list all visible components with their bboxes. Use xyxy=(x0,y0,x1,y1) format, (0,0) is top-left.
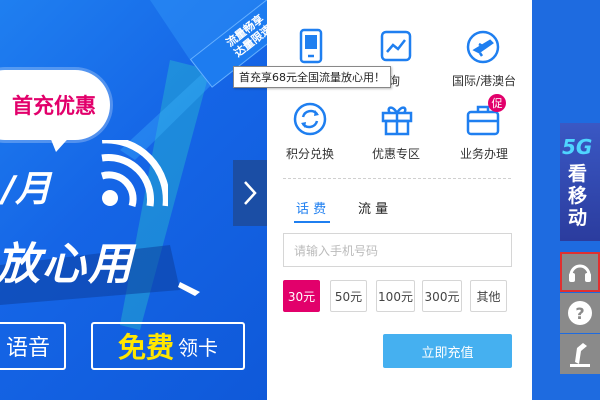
service-label-points: 积分兑换 xyxy=(285,147,334,161)
voice-button[interactable]: 语音 xyxy=(0,322,66,370)
tab-active-indicator xyxy=(294,221,330,223)
headset-icon xyxy=(569,264,591,282)
amount-option-300[interactable]: 300元 xyxy=(422,280,462,312)
service-item-business[interactable]: 促 业务办理 xyxy=(436,94,532,162)
amount-option-30[interactable]: 30元 xyxy=(283,280,320,312)
promo-badge: 促 xyxy=(488,94,506,112)
edit-icon xyxy=(570,343,590,367)
help-icon: ? xyxy=(568,301,592,325)
promo-banner[interactable]: 流量畅享 达量限速 首充优惠 /月 放心用 语音 免费 领卡 xyxy=(0,0,267,400)
tooltip: 首充享68元全国流量放心用！ xyxy=(233,66,391,88)
speech-bubble: 首充优惠 xyxy=(0,70,110,140)
refresh-icon xyxy=(293,102,327,136)
side-5g-promo[interactable]: 5G 看移动 xyxy=(560,123,600,241)
service-label-international: 国际/港澳台 xyxy=(451,74,517,88)
wifi-icon xyxy=(100,140,168,208)
side-5g-text: 5G xyxy=(562,135,593,159)
chevron-right-icon xyxy=(244,181,257,205)
month-text: /月 xyxy=(2,169,52,210)
slider-next-button[interactable] xyxy=(233,160,267,226)
bubble-text: 首充优惠 xyxy=(12,94,96,118)
service-label-business: 业务办理 xyxy=(459,147,508,161)
tab-phone-bill[interactable]: 话 费 xyxy=(296,198,326,217)
service-label-offers: 优惠专区 xyxy=(371,147,420,161)
service-item-points[interactable]: 积分兑换 xyxy=(270,100,350,162)
feedback-button[interactable] xyxy=(560,334,600,374)
chart-icon xyxy=(380,30,412,62)
airplane-icon xyxy=(466,30,500,64)
amount-option-other[interactable]: 其他 xyxy=(470,280,507,312)
free-highlight: 免费 xyxy=(117,331,174,364)
side-promo-text: 看移动 xyxy=(568,163,588,229)
svg-text:?: ? xyxy=(575,304,584,323)
help-button[interactable]: ? xyxy=(560,293,600,333)
tab-data[interactable]: 流 量 xyxy=(358,198,388,217)
phone-input[interactable]: 请输入手机号码 xyxy=(283,233,512,267)
free-card-button[interactable]: 免费 领卡 xyxy=(91,322,245,370)
gift-icon xyxy=(381,106,413,136)
recharge-button[interactable]: 立即充值 xyxy=(383,334,512,368)
service-item-offers[interactable]: 优惠专区 xyxy=(356,100,436,162)
banner-headline: 放心用 xyxy=(0,239,134,290)
voice-button-label: 语音 xyxy=(5,336,50,361)
customer-service-button[interactable] xyxy=(560,252,600,292)
bubble-tail-icon xyxy=(48,132,74,152)
service-item-international[interactable]: 国际/港澳台 xyxy=(436,28,532,88)
divider xyxy=(283,178,511,179)
phone-icon xyxy=(299,28,323,64)
amount-option-50[interactable]: 50元 xyxy=(330,280,367,312)
amount-option-100[interactable]: 100元 xyxy=(376,280,415,312)
free-card-label: 领卡 xyxy=(178,335,218,360)
